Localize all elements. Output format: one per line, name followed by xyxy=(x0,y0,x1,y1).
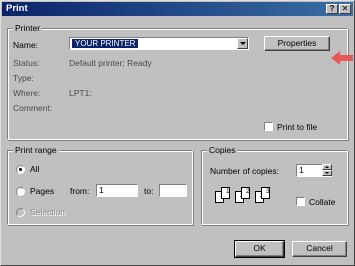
print-to-file-label[interactable]: Print to file xyxy=(277,122,317,132)
copies-group-label: Copies xyxy=(207,145,238,155)
copies-group: Copies Number of copies: 1 1 1 2 2 3 3 C… xyxy=(201,145,348,225)
number-of-copies-label: Number of copies: xyxy=(210,166,279,176)
printer-group: Printer Name: YOUR PRINTER Properties St… xyxy=(7,23,348,140)
print-range-group: Print range All Pages from: 1 to: Select… xyxy=(7,145,193,225)
pages-radio[interactable] xyxy=(16,187,25,196)
print-dialog: Print ? ✕ Printer Name: YOUR PRINTER Pro… xyxy=(0,0,355,266)
pages-radio-label[interactable]: Pages xyxy=(30,186,54,196)
from-label: from: xyxy=(70,186,90,196)
printer-name-value: YOUR PRINTER xyxy=(72,39,139,48)
title-bar[interactable]: Print ? ✕ xyxy=(2,2,353,16)
chevron-down-icon[interactable] xyxy=(237,38,248,49)
all-radio[interactable] xyxy=(16,165,25,174)
collate-page: 1 xyxy=(221,187,230,199)
to-input[interactable] xyxy=(159,184,187,197)
help-button[interactable]: ? xyxy=(326,4,338,14)
comment-label: Comment: xyxy=(13,103,53,113)
printer-group-label: Printer xyxy=(13,23,43,33)
left-arrow-icon xyxy=(331,51,353,65)
copies-stepper[interactable] xyxy=(322,164,332,177)
all-radio-label[interactable]: All xyxy=(30,164,39,174)
selection-radio[interactable] xyxy=(16,208,25,217)
to-label: to: xyxy=(144,186,154,196)
where-value: LPT1: xyxy=(69,88,92,98)
collate-label[interactable]: Collate xyxy=(309,197,335,207)
status-value: Default printer; Ready xyxy=(69,58,152,68)
close-button[interactable]: ✕ xyxy=(339,4,351,14)
spin-down-icon[interactable] xyxy=(322,170,332,176)
type-label: Type: xyxy=(13,73,34,83)
selection-radio-label[interactable]: Selection xyxy=(30,207,65,217)
status-label: Status: xyxy=(13,58,40,68)
print-range-group-label: Print range xyxy=(13,145,59,155)
window-title: Print xyxy=(6,3,28,14)
where-label: Where: xyxy=(13,88,41,98)
from-input[interactable]: 1 xyxy=(96,184,138,197)
collate-page: 2 xyxy=(241,187,250,199)
ok-button[interactable]: OK xyxy=(234,240,285,258)
print-to-file-checkbox[interactable] xyxy=(264,122,273,131)
printer-name-select[interactable]: YOUR PRINTER xyxy=(69,37,249,50)
cancel-button[interactable]: Cancel xyxy=(292,241,347,257)
collate-checkbox[interactable] xyxy=(296,197,305,206)
collate-page: 3 xyxy=(261,187,270,199)
name-label: Name: xyxy=(13,40,39,50)
properties-button[interactable]: Properties xyxy=(264,36,330,51)
